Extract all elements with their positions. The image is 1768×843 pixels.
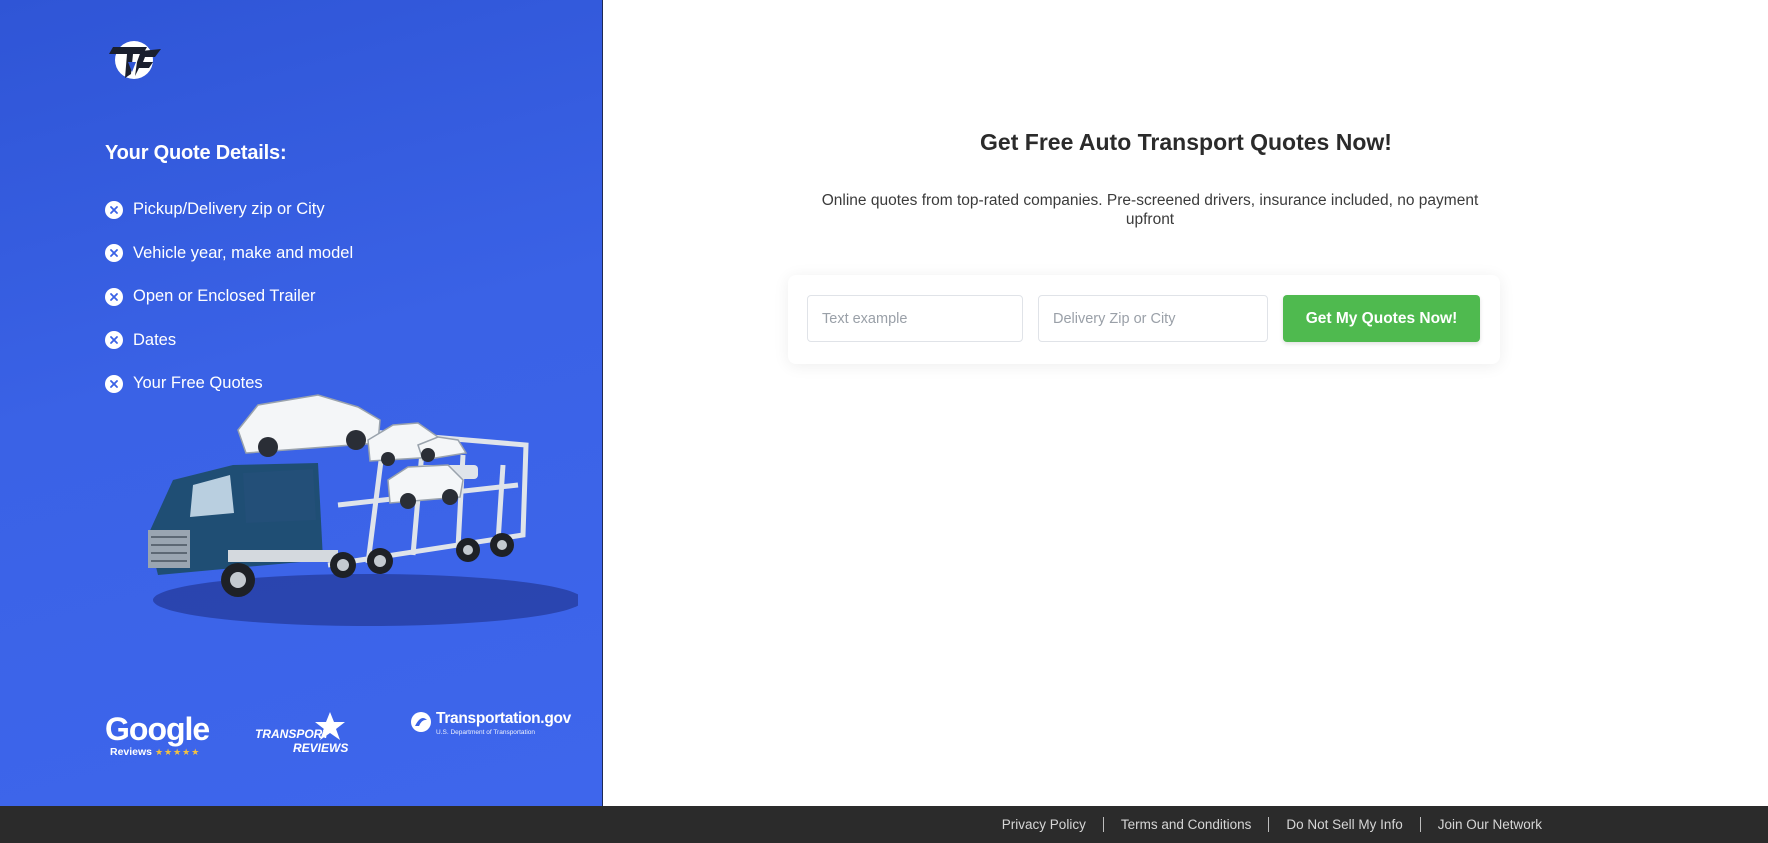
list-item: Open or Enclosed Trailer [105, 275, 353, 319]
pickup-input[interactable] [807, 295, 1023, 342]
join-network-link[interactable]: Join Our Network [1421, 817, 1559, 832]
dot-emblem-icon [411, 712, 431, 732]
list-item-label: Pickup/Delivery zip or City [133, 200, 325, 219]
do-not-sell-link[interactable]: Do Not Sell My Info [1269, 817, 1419, 832]
list-item: Vehicle year, make and model [105, 232, 353, 276]
get-quotes-button[interactable]: Get My Quotes Now! [1283, 295, 1480, 342]
x-circle-icon [105, 287, 123, 306]
footer-links: Privacy Policy Terms and Conditions Do N… [985, 806, 1559, 843]
quote-details-list: Pickup/Delivery zip or City Vehicle year… [105, 188, 353, 406]
list-item-label: Vehicle year, make and model [133, 243, 354, 262]
left-panel: Your Quote Details: Pickup/Delivery zip … [0, 0, 603, 806]
partner-logos: Google Reviews ★★★★★ TRANSPORT REVIEWS T… [105, 700, 585, 770]
google-reviews-logo: Google Reviews ★★★★★ [105, 711, 210, 758]
list-item-label: Dates [133, 330, 177, 349]
delivery-input[interactable] [1038, 295, 1268, 342]
footer: Privacy Policy Terms and Conditions Do N… [0, 806, 1768, 843]
brand-logo-icon[interactable] [105, 38, 163, 82]
quote-form: Get My Quotes Now! [788, 275, 1500, 364]
car-carrier-truck-illustration [118, 385, 583, 630]
list-item-label: Open or Enclosed Trailer [133, 287, 316, 306]
svg-text:REVIEWS: REVIEWS [293, 741, 348, 755]
terms-link[interactable]: Terms and Conditions [1104, 817, 1269, 832]
x-circle-icon [105, 331, 123, 350]
x-circle-icon [105, 244, 123, 263]
svg-text:TRANSPORT: TRANSPORT [255, 727, 331, 741]
quote-details-title: Your Quote Details: [105, 142, 287, 164]
page-title: Get Free Auto Transport Quotes Now! [980, 129, 1392, 155]
privacy-policy-link[interactable]: Privacy Policy [985, 817, 1103, 832]
transportation-gov-logo: Transportation.gov U.S. Department of Tr… [410, 710, 571, 737]
page-description: Online quotes from top-rated companies. … [821, 192, 1479, 228]
list-item: Dates [105, 319, 353, 363]
transport-reviews-logo: TRANSPORT REVIEWS [255, 708, 365, 758]
list-item: Pickup/Delivery zip or City [105, 188, 353, 232]
x-circle-icon [105, 200, 123, 219]
